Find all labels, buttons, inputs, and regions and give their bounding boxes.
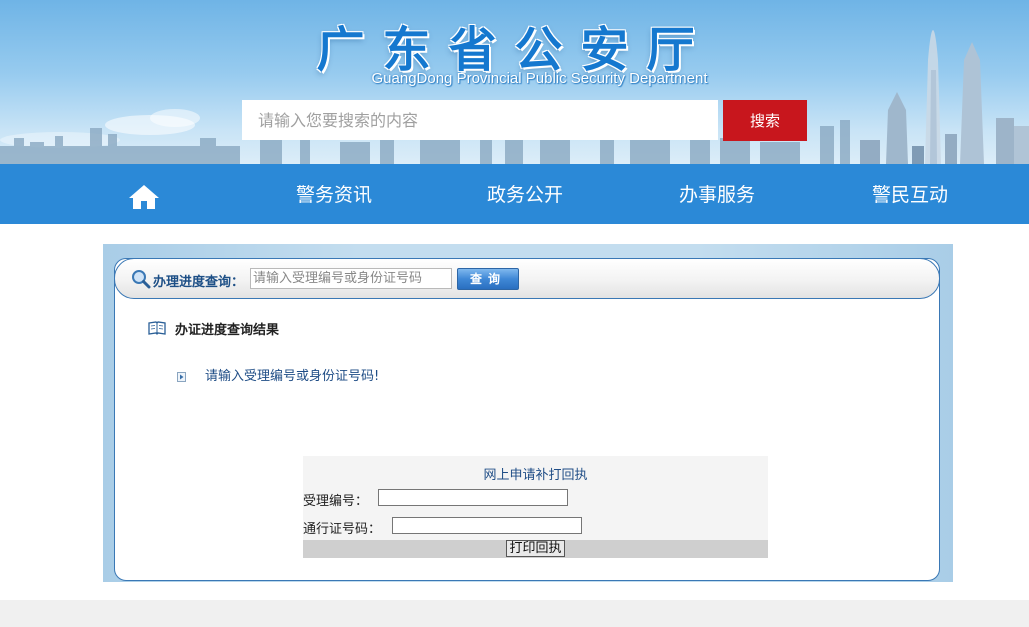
result-message: 请输入受理编号或身份证号码! (205, 369, 380, 384)
query-input[interactable] (250, 268, 452, 289)
acceptance-number-input[interactable] (378, 489, 568, 506)
pass-number-input[interactable] (392, 517, 582, 534)
query-bar: 办理进度查询： 查询 (114, 258, 940, 299)
main-nav: 警务资讯 政务公开 办事服务 警民互动 (0, 164, 1029, 224)
home-icon[interactable] (128, 184, 160, 210)
nav-item-government-affairs[interactable]: 政务公开 (487, 164, 563, 224)
query-label: 办理进度查询： (153, 275, 245, 290)
book-icon (148, 320, 166, 335)
nav-item-police-news[interactable]: 警务资讯 (296, 164, 372, 224)
footer-strip (0, 600, 1029, 627)
nav-item-services[interactable]: 办事服务 (679, 164, 755, 224)
print-form-title: 网上申请补打回执 (483, 468, 588, 483)
pass-number-label: 通行证号码： (303, 522, 382, 537)
site-header: 广东省公安厅 GuangDong Provincial Public Secur… (0, 0, 1029, 164)
magnifier-icon (131, 269, 151, 289)
site-subtitle: GuangDong Provincial Public Security Dep… (371, 70, 708, 87)
query-button[interactable]: 查询 (457, 268, 519, 290)
search-button[interactable]: 搜索 (723, 100, 807, 141)
progress-query-panel: 办理进度查询： 查询 办证进度查询结果 请输入受理编号或身份证号码! (103, 244, 953, 582)
panel-body: 办理进度查询： 查询 办证进度查询结果 请输入受理编号或身份证号码! (114, 258, 940, 581)
print-receipt-form: 网上申请补打回执 受理编号： 通行证号码： 打印回执 (303, 456, 768, 558)
site-search-input[interactable] (242, 100, 718, 140)
result-title: 办证进度查询结果 (175, 323, 280, 338)
nav-item-interaction[interactable]: 警民互动 (872, 164, 948, 224)
print-receipt-button[interactable]: 打印回执 (506, 540, 565, 557)
acceptance-number-label: 受理编号： (303, 494, 369, 509)
bullet-arrow-icon (177, 367, 186, 382)
